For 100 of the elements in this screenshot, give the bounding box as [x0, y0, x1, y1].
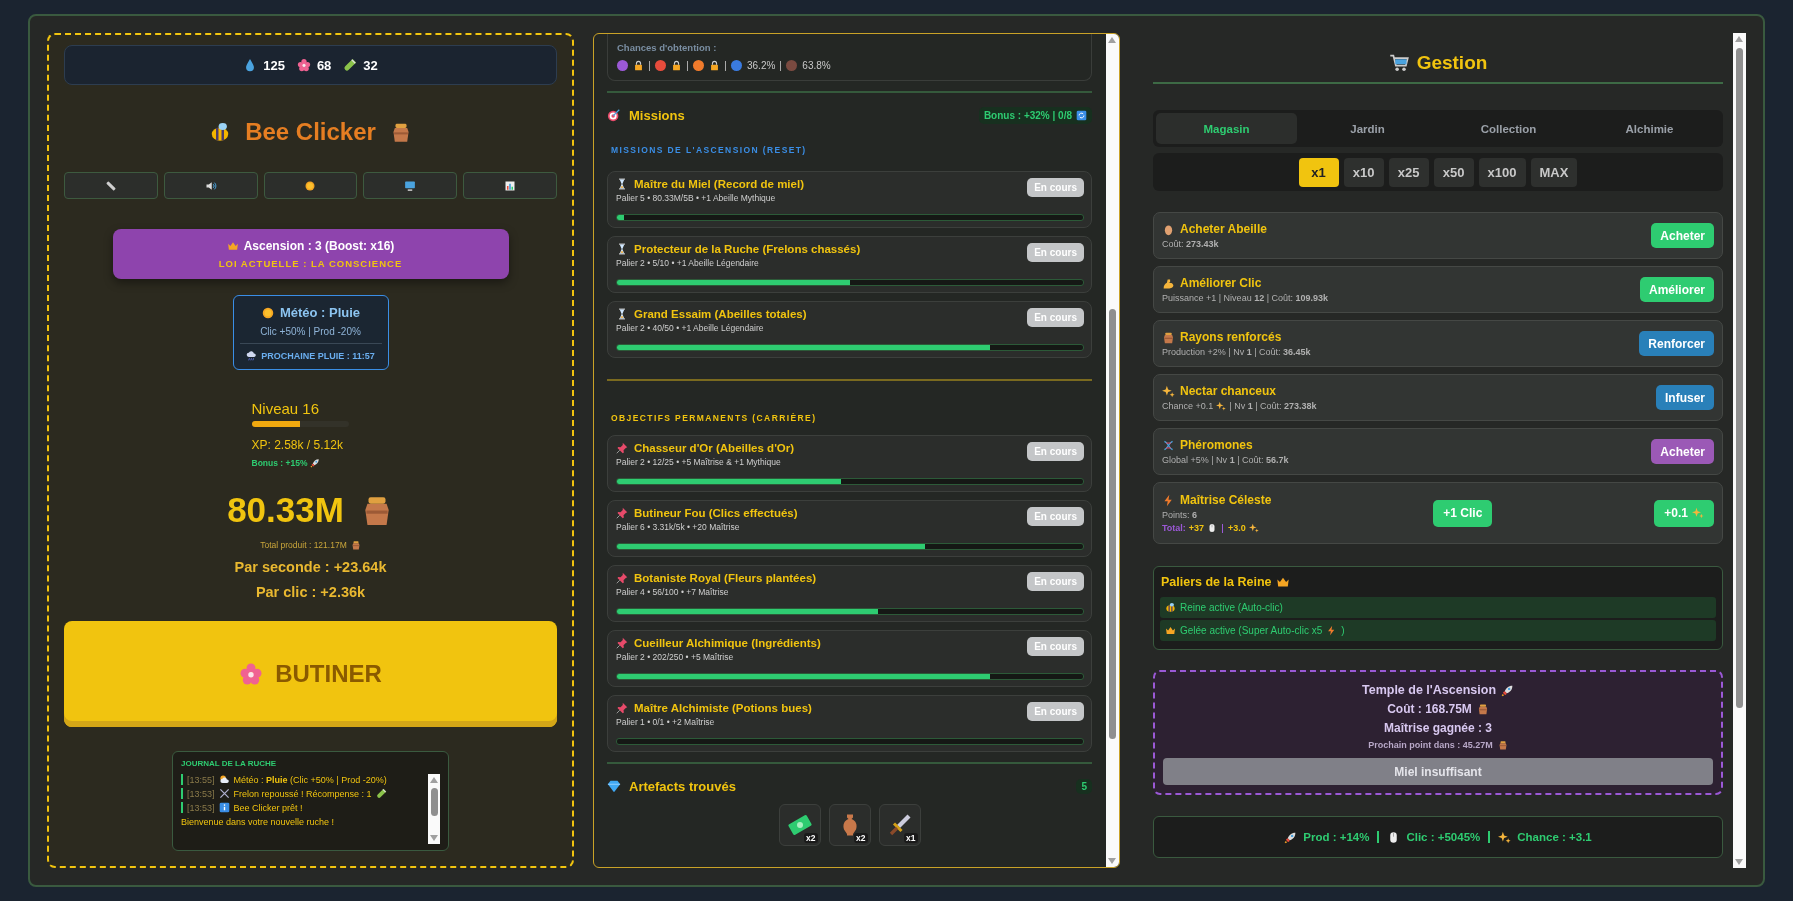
artefact-quantity: x2 [804, 833, 818, 843]
artefact-slot[interactable]: x2 [828, 804, 871, 846]
scrollbar[interactable] [1733, 33, 1746, 868]
sun-icon [304, 179, 317, 192]
bee-icon [1165, 602, 1176, 613]
hourglass-icon [616, 243, 628, 255]
mission-name: Maître Alchimiste (Potions bues) [634, 702, 812, 714]
scrollbar[interactable] [1106, 34, 1119, 867]
quantity-button[interactable]: x100 [1478, 157, 1526, 187]
tier-text: Reine active (Auto-clic) [1180, 602, 1283, 613]
honey-pot-icon [1476, 703, 1489, 715]
mission-detail: Palier 6 • 3.31k/5k • +20 Maîtrise [616, 522, 741, 532]
mission-name: Butineur Fou (Clics effectués) [634, 507, 798, 519]
artefact-slot[interactable]: x1 [878, 804, 921, 846]
per-click-rate: Par clic : +2.36k [255, 584, 366, 600]
honey-pot-icon [1497, 740, 1508, 750]
sparkle-icon [1498, 830, 1512, 844]
upgrade-detail: Global +5% | Nv 1 | Coût: 56.7k [1162, 455, 1289, 465]
upgrade-detail: Chance +0.1 [1162, 401, 1214, 411]
cart-icon [1388, 53, 1409, 73]
hourglass-icon [616, 308, 628, 320]
bar-chart-icon [504, 179, 517, 192]
mission-detail: Palier 1 • 0/1 • +2 Maîtrise [616, 717, 716, 727]
section-heading: OBJECTIFS PERMANENTS (CARRIÈRE) [611, 413, 818, 423]
rain-cloud-icon [246, 350, 258, 361]
tab[interactable]: Magasin [1156, 113, 1297, 144]
next-point-text: Prochain point dans : 45.27M [1368, 740, 1493, 750]
entry-time: [13:53] [187, 802, 215, 813]
mission-name: Chasseur d'Or (Abeilles d'Or) [634, 442, 795, 454]
queen-tiers-title: Paliers de la Reine [1161, 575, 1272, 589]
quantity-button[interactable]: x10 [1343, 157, 1384, 187]
bonus-stat: Clic : +5045% [1406, 831, 1481, 843]
tab[interactable]: Jardin [1297, 113, 1438, 144]
refresh-icon [1076, 109, 1087, 121]
status-badge: En cours [1027, 442, 1084, 461]
mission-name: Maître du Miel (Record de miel) [634, 178, 804, 190]
crown-icon [1165, 625, 1176, 636]
chance-value: 36.2% [747, 60, 776, 71]
artefact-quantity: x1 [904, 833, 918, 843]
missions-title: Missions [629, 107, 686, 123]
upgrade-name: Nectar chanceux [1180, 384, 1277, 398]
mastery-gained: Maîtrise gagnée : 3 [1383, 721, 1492, 735]
total-chance-bonus: +3.0 [1228, 523, 1246, 533]
rocket-icon [1284, 830, 1298, 844]
mission-detail: Palier 2 • 40/50 • +1 Abeille Légendaire [616, 323, 765, 333]
upgrade-detail: Production +2% | Nv 1 | Coût: 36.45k [1162, 347, 1311, 357]
quantity-button[interactable]: MAX [1530, 157, 1578, 187]
resource-count: 68 [316, 57, 332, 73]
test-tube-icon [343, 58, 358, 72]
rocket-icon [1501, 683, 1514, 697]
game-title: Bee Clicker [245, 118, 376, 146]
pushpin-icon [616, 637, 628, 649]
per-second-rate: Par seconde : +23.64k [234, 559, 387, 575]
resource-count: 125 [263, 57, 285, 73]
speaker-icon [204, 179, 217, 192]
upgrade-button[interactable]: Infuser [1656, 385, 1714, 410]
tab[interactable]: Collection [1438, 113, 1579, 144]
pushpin-icon [616, 702, 628, 714]
upgrade-detail: Coût: 273.43k [1162, 239, 1219, 249]
entry-text: Bee Clicker prêt ! [233, 802, 303, 813]
upgrade-detail: | Nv 1 | Coût: 273.38k [1229, 401, 1317, 411]
tab[interactable]: Alchimie [1579, 113, 1720, 144]
weather-title: Météo : Pluie [279, 305, 361, 320]
target-icon [607, 108, 621, 122]
upgrade-name: Rayons renforcés [1180, 330, 1282, 344]
pushpin-icon [616, 442, 628, 454]
quantity-button[interactable]: x50 [1433, 157, 1474, 187]
mission-name: Botaniste Royal (Fleurs plantées) [634, 572, 817, 584]
upgrade-button[interactable]: Renforcer [1639, 331, 1714, 356]
upgrade-detail: Puissance +1 | Niveau 12 | Coût: 109.93k [1162, 293, 1329, 303]
ascension-title: Ascension : 3 (Boost: x16) [243, 239, 395, 253]
sparkle-icon [1248, 523, 1259, 533]
toolbar-button[interactable] [363, 172, 458, 199]
hourglass-icon [616, 178, 628, 190]
scrollbar[interactable] [428, 774, 440, 844]
toolbar-button[interactable] [463, 172, 557, 199]
quantity-button[interactable]: x1 [1298, 157, 1339, 187]
missions-bonus-badge: Bonus : +32% | 0/8 [978, 106, 1092, 124]
bonus-stat: Chance : +3.1 [1517, 831, 1592, 843]
mission-name: Cueilleur Alchimique (Ingrédients) [634, 637, 821, 649]
artefact-slot[interactable]: x2 [778, 804, 821, 846]
entry-time: [13:53] [187, 788, 215, 799]
harvest-button[interactable]: BUTINER [64, 621, 557, 727]
level-bonus: Bonus : +15% [251, 458, 308, 468]
mouse-icon [1207, 523, 1218, 533]
chances-label: Chances d'obtention : [617, 42, 718, 53]
section-heading: MISSIONS DE L'ASCENSION (RESET) [611, 145, 808, 155]
mastery-name: Maîtrise Céleste [1180, 493, 1272, 507]
mission-detail: Palier 2 • 12/25 • +5 Maîtrise & +1 Mythique [616, 457, 782, 467]
upgrade-button[interactable]: Acheter [1651, 439, 1714, 464]
crown-icon [1276, 575, 1291, 589]
toolbar-button[interactable] [263, 172, 358, 199]
upgrade-name: Améliorer Clic [1180, 276, 1262, 290]
mastery-points: Points: 6 [1162, 510, 1198, 520]
quantity-button[interactable]: x25 [1388, 157, 1429, 187]
tier-text: Gelée active (Super Auto-clic x5 [1180, 625, 1323, 636]
sun-icon [260, 305, 275, 320]
honey-pot-icon [350, 540, 361, 550]
status-badge: En cours [1027, 308, 1084, 327]
temple-title: Temple de l'Ascension [1362, 683, 1496, 697]
